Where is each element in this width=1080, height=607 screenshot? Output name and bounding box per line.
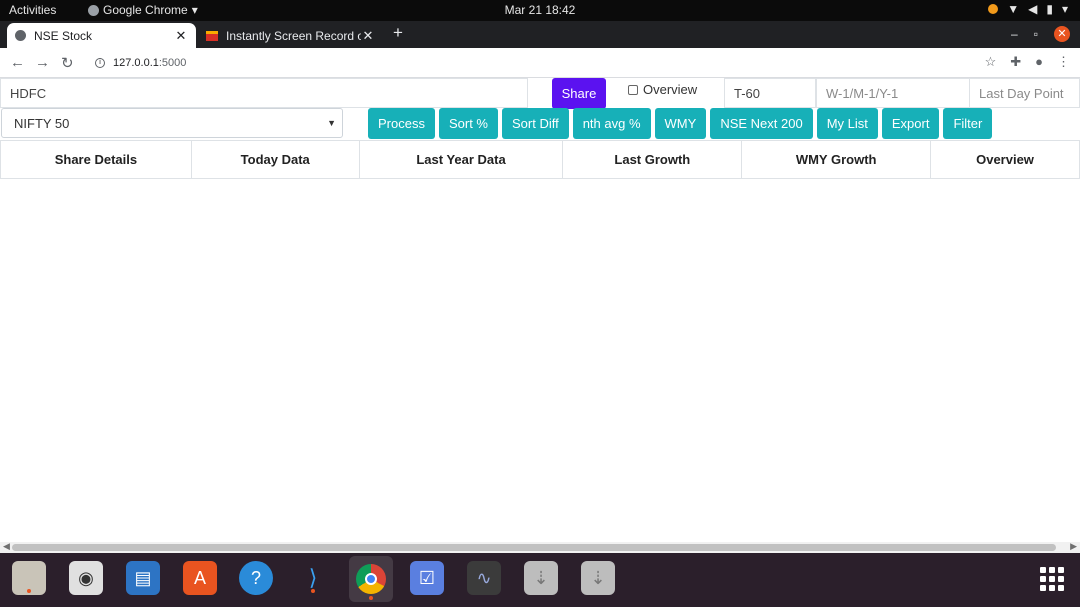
forward-button[interactable]: → bbox=[35, 54, 50, 71]
close-tab-icon[interactable]: ✕ bbox=[361, 28, 375, 44]
my-list-button[interactable]: My List bbox=[816, 108, 878, 139]
filter-button[interactable]: Filter bbox=[943, 108, 993, 139]
usb-drive-icon[interactable]: ⇣ bbox=[581, 561, 615, 595]
overview-checkbox[interactable]: Overview bbox=[628, 82, 697, 97]
dock: ◉ ▤ A ? ⟩ ☑ ∿ ⇣ ⇣ bbox=[0, 553, 1080, 607]
checkbox-box[interactable] bbox=[628, 84, 638, 95]
scroll-left-icon[interactable]: ◀ bbox=[3, 541, 10, 552]
wifi-icon: ▼ bbox=[1007, 2, 1020, 16]
rhythmbox-icon[interactable]: ◉ bbox=[69, 561, 103, 595]
chevron-down-icon: ▼ bbox=[327, 118, 336, 128]
wmy-button[interactable]: WMY bbox=[654, 108, 707, 139]
bookmark-star-icon[interactable]: ☆ bbox=[985, 54, 997, 70]
running-indicator bbox=[311, 589, 315, 593]
header-last-year-data[interactable]: Last Year Data bbox=[358, 140, 564, 179]
process-button[interactable]: Process bbox=[368, 108, 435, 139]
software-center-icon[interactable]: A bbox=[183, 561, 217, 595]
back-button[interactable]: ← bbox=[10, 54, 25, 71]
system-monitor-icon[interactable]: ∿ bbox=[467, 561, 501, 595]
reload-button[interactable]: ↻ bbox=[61, 54, 74, 72]
wmy-input[interactable]: W-1/M-1/Y-1 bbox=[816, 78, 970, 108]
last-day-point-input[interactable]: Last Day Point bbox=[969, 78, 1080, 108]
export-button[interactable]: Export bbox=[881, 108, 940, 139]
scroll-right-icon[interactable]: ▶ bbox=[1070, 541, 1077, 552]
writer-icon[interactable]: ▤ bbox=[126, 561, 160, 595]
close-window-button[interactable]: ✕ bbox=[1054, 26, 1070, 42]
toolbar-actions: ☆ ✚ ● ⋮ bbox=[985, 54, 1070, 70]
files-icon[interactable] bbox=[12, 561, 46, 595]
sort-percent-button[interactable]: Sort % bbox=[438, 108, 498, 139]
clock[interactable]: Mar 21 18:42 bbox=[0, 3, 1080, 17]
minimize-button[interactable]: – bbox=[1011, 27, 1018, 41]
volume-icon: ◀ bbox=[1028, 2, 1038, 16]
header-share-details[interactable]: Share Details bbox=[0, 140, 192, 179]
usb-drive-icon[interactable]: ⇣ bbox=[524, 561, 558, 595]
header-wmy-growth[interactable]: WMY Growth bbox=[741, 140, 932, 179]
running-indicator bbox=[27, 589, 31, 593]
system-top-bar: Activities Google Chrome ▾ Mar 21 18:42 … bbox=[0, 0, 1080, 21]
header-last-growth[interactable]: Last Growth bbox=[562, 140, 743, 179]
tab-nse-stock[interactable]: NSE Stock ✕ bbox=[7, 23, 196, 48]
index-select[interactable]: NIFTY 50 ▼ bbox=[1, 108, 343, 138]
overview-checkbox-label: Overview bbox=[643, 82, 698, 97]
chrome-dock-icon[interactable] bbox=[349, 556, 393, 602]
header-overview[interactable]: Overview bbox=[930, 140, 1080, 179]
globe-icon bbox=[15, 30, 26, 41]
chrome-logo-icon bbox=[356, 564, 386, 594]
stock-table: Share Details Today Data Last Year Data … bbox=[0, 140, 1080, 179]
t-input[interactable]: T-60 bbox=[724, 78, 816, 108]
nse-next-200-button[interactable]: NSE Next 200 bbox=[710, 108, 813, 139]
help-icon[interactable]: ? bbox=[239, 561, 273, 595]
url-host: 127.0.0.1 bbox=[113, 57, 159, 69]
notification-dot-icon bbox=[988, 4, 999, 14]
window-controls: – ▫ ✕ bbox=[1011, 26, 1070, 42]
tab-label: NSE Stock bbox=[34, 28, 93, 43]
symbol-input[interactable]: HDFC bbox=[0, 78, 528, 108]
tab-strip: NSE Stock ✕ Instantly Screen Record o ✕ bbox=[0, 21, 1080, 48]
table-header-row: Share Details Today Data Last Year Data … bbox=[0, 140, 1080, 179]
index-select-value: NIFTY 50 bbox=[14, 115, 70, 131]
menu-kebab-icon[interactable]: ⋮ bbox=[1057, 54, 1070, 70]
maximize-button[interactable]: ▫ bbox=[1034, 27, 1038, 41]
info-icon: i bbox=[95, 58, 105, 68]
url-port: :5000 bbox=[158, 57, 187, 69]
browser-toolbar: ← → ↻ i 127.0.0.1:5000 ☆ ✚ ● ⋮ bbox=[0, 48, 1080, 78]
chevron-down-icon: ▾ bbox=[1061, 2, 1068, 16]
system-tray[interactable]: ▼ ◀ ▮ ▾ bbox=[988, 2, 1068, 16]
tab-label: Instantly Screen Record o bbox=[226, 28, 361, 43]
address-bar[interactable]: i 127.0.0.1:5000 bbox=[85, 52, 997, 74]
show-applications-icon[interactable] bbox=[1040, 567, 1064, 591]
extensions-icon[interactable]: ✚ bbox=[1010, 54, 1021, 70]
page-content: HDFC Share Overview T-60 W-1/M-1/Y-1 Las… bbox=[0, 78, 1080, 542]
battery-icon: ▮ bbox=[1046, 2, 1053, 16]
tasks-icon[interactable]: ☑ bbox=[410, 561, 444, 595]
scrollbar-thumb[interactable] bbox=[12, 544, 1056, 551]
horizontal-scrollbar[interactable]: ◀ ▶ bbox=[0, 541, 1080, 553]
vscode-icon[interactable]: ⟩ bbox=[296, 561, 330, 595]
nth-avg-button[interactable]: nth avg % bbox=[572, 108, 651, 139]
share-button[interactable]: Share bbox=[552, 78, 606, 109]
url-text: 127.0.0.1:5000 bbox=[113, 57, 186, 69]
new-tab-button[interactable]: + bbox=[393, 23, 403, 43]
running-indicator bbox=[369, 596, 373, 600]
recorder-favicon-icon bbox=[206, 30, 218, 41]
sort-diff-button[interactable]: Sort Diff bbox=[501, 108, 569, 139]
profile-avatar-icon[interactable]: ● bbox=[1035, 54, 1043, 70]
tab-screen-record[interactable]: Instantly Screen Record o ✕ bbox=[198, 23, 383, 48]
close-tab-icon[interactable]: ✕ bbox=[174, 28, 188, 44]
action-buttons: Process Sort % Sort Diff nth avg % WMY N… bbox=[368, 108, 993, 139]
header-today-data[interactable]: Today Data bbox=[190, 140, 360, 179]
